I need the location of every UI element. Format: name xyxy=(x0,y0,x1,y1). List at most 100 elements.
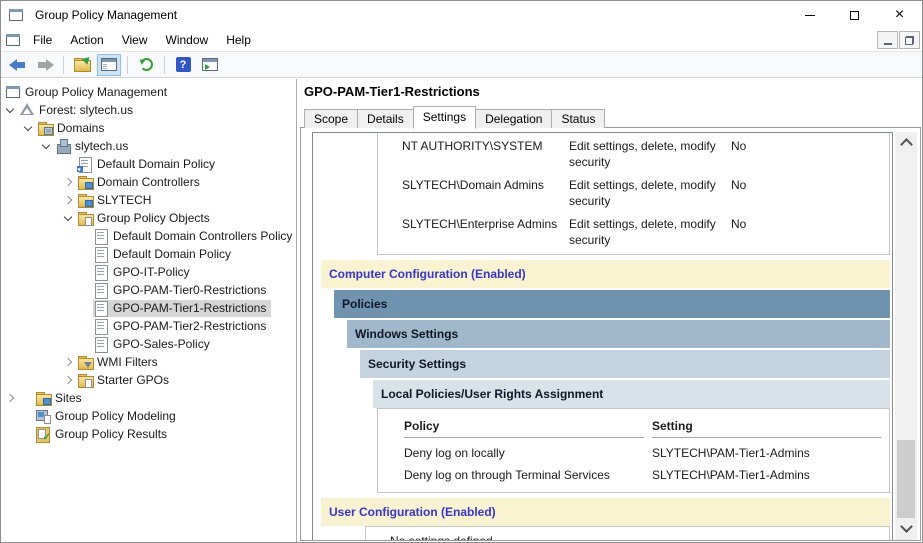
mdi-child-icon xyxy=(5,32,21,48)
tree-item-default-domain-policy-link[interactable]: Default Domain Policy xyxy=(1,155,296,173)
tab-scope[interactable]: Scope xyxy=(304,109,359,128)
chevron-right-icon[interactable] xyxy=(3,390,19,406)
allowed-permissions: Edit settings, delete, modify security xyxy=(569,178,716,208)
tab-details[interactable]: Details xyxy=(357,109,414,128)
tree-item-domain-slytech[interactable]: slytech.us xyxy=(1,137,296,155)
chevron-down-icon[interactable] xyxy=(3,102,19,118)
tree-item-gpo-pam-tier2[interactable]: GPO-PAM-Tier2-Restrictions xyxy=(1,317,296,335)
help-button[interactable]: ? xyxy=(171,54,195,76)
maximize-button[interactable] xyxy=(832,1,877,29)
menu-bar: File Action View Window Help xyxy=(1,29,922,51)
back-button[interactable] xyxy=(6,54,30,76)
policy-settings-table: Policy Setting Deny log on locally SLYTE… xyxy=(377,408,890,493)
gpo-scroll-icon xyxy=(93,264,109,281)
close-button[interactable]: × xyxy=(877,1,922,29)
delegation-table: NT AUTHORITY\SYSTEM Edit settings, delet… xyxy=(377,133,890,255)
scrollbar-thumb[interactable] xyxy=(897,440,915,518)
maximize-icon xyxy=(850,10,859,20)
tree-item-starter-gpos[interactable]: Starter GPOs xyxy=(1,371,296,389)
tab-status[interactable]: Status xyxy=(551,109,606,128)
inherited-flag: No xyxy=(731,178,747,192)
tree-item-gpo-default-dc-policy[interactable]: Default Domain Controllers Policy xyxy=(1,227,296,245)
report-scrollbar[interactable] xyxy=(895,132,917,540)
tree-item-gpo-default-domain-policy[interactable]: Default Domain Policy xyxy=(1,245,296,263)
gpo-title: GPO-PAM-Tier1-Restrictions xyxy=(304,84,480,99)
gpo-scroll-icon xyxy=(93,228,109,245)
policy-table-header: Policy Setting xyxy=(404,419,881,438)
trustee-name: NT AUTHORITY\SYSTEM xyxy=(402,139,543,153)
gpo-scroll-icon xyxy=(93,318,109,335)
tree-item-group-policy-objects[interactable]: Group Policy Objects xyxy=(1,209,296,227)
tree-item-gpo-pam-tier1[interactable]: GPO-PAM-Tier1-Restrictions xyxy=(1,299,296,317)
toolbar-separator xyxy=(164,55,165,74)
security-settings-banner[interactable]: Security Settings xyxy=(360,350,890,378)
tree-item-sites[interactable]: Sites xyxy=(1,389,296,407)
policy-column-header: Policy xyxy=(404,419,644,438)
gpmc-window: { "window": { "title": "Group Policy Man… xyxy=(0,0,923,543)
tree-item-gpo-it-policy[interactable]: GPO-IT-Policy xyxy=(1,263,296,281)
menu-action[interactable]: Action xyxy=(61,29,112,51)
refresh-icon xyxy=(139,58,153,71)
console-tree-icon xyxy=(101,58,117,71)
tab-delegation[interactable]: Delegation xyxy=(475,109,553,128)
ou-folder-icon xyxy=(77,192,94,208)
tree-item-gp-results[interactable]: Group Policy Results xyxy=(1,425,296,443)
window-title: Group Policy Management xyxy=(35,8,178,22)
child-restore-button[interactable] xyxy=(899,31,920,49)
windows-settings-banner[interactable]: Windows Settings xyxy=(347,320,890,348)
scroll-down-button[interactable] xyxy=(895,520,917,537)
tree-item-gpo-sales-policy[interactable]: GPO-Sales-Policy xyxy=(1,335,296,353)
user-configuration-banner[interactable]: User Configuration (Enabled) xyxy=(321,498,890,526)
tree-item-root[interactable]: Group Policy Management xyxy=(1,83,296,101)
starter-gpos-icon xyxy=(77,372,94,388)
tree-item-wmi-filters[interactable]: WMI Filters xyxy=(1,353,296,371)
policies-banner[interactable]: Policies xyxy=(334,290,890,318)
new-window-button[interactable] xyxy=(198,54,222,76)
child-restore-icon xyxy=(905,35,914,45)
chevron-down-icon[interactable] xyxy=(21,120,37,136)
user-rights-assignment-banner[interactable]: Local Policies/User Rights Assignment xyxy=(373,380,890,408)
forward-button[interactable] xyxy=(33,54,57,76)
gp-modeling-icon xyxy=(35,408,51,424)
menu-view[interactable]: View xyxy=(113,29,157,51)
menu-help[interactable]: Help xyxy=(217,29,260,51)
chevron-right-icon[interactable] xyxy=(61,354,77,370)
minimize-icon xyxy=(804,14,815,16)
toolbar-separator xyxy=(127,55,128,74)
chevron-right-icon[interactable] xyxy=(61,372,77,388)
computer-configuration-banner[interactable]: Computer Configuration (Enabled) xyxy=(321,260,890,288)
menu-file[interactable]: File xyxy=(24,29,61,51)
minimize-button[interactable] xyxy=(787,1,832,29)
trustee-name: SLYTECH\Domain Admins xyxy=(402,178,544,192)
child-minimize-button[interactable] xyxy=(877,31,898,49)
policy-name: Deny log on through Terminal Services xyxy=(404,468,610,482)
tab-settings[interactable]: Settings xyxy=(412,106,477,129)
allowed-permissions: Edit settings, delete, modify security xyxy=(569,139,716,169)
delegation-row: SLYTECH\Domain Admins Edit settings, del… xyxy=(378,177,889,209)
chevron-down-icon[interactable] xyxy=(61,210,77,226)
chevron-down-icon[interactable] xyxy=(39,138,55,154)
tree-item-forest[interactable]: Forest: slytech.us xyxy=(1,101,296,119)
chevron-right-icon[interactable] xyxy=(61,174,77,190)
policy-row: Deny log on locally SLYTECH\PAM-Tier1-Ad… xyxy=(404,438,881,460)
delegation-row: SLYTECH\Enterprise Admins Edit settings,… xyxy=(378,216,889,248)
tree-item-gp-modeling[interactable]: Group Policy Modeling xyxy=(1,407,296,425)
gp-results-icon xyxy=(35,426,51,443)
scroll-up-button[interactable] xyxy=(895,135,917,152)
refresh-button[interactable] xyxy=(134,54,158,76)
tree-item-slytech-ou[interactable]: SLYTECH xyxy=(1,191,296,209)
forward-arrow-icon xyxy=(36,58,54,71)
chevron-right-icon[interactable] xyxy=(61,192,77,208)
export-list-button[interactable] xyxy=(70,54,94,76)
menu-window[interactable]: Window xyxy=(157,29,218,51)
console-icon xyxy=(5,84,21,100)
tree-item-domain-controllers[interactable]: Domain Controllers xyxy=(1,173,296,191)
tree-item-domains[interactable]: Domains xyxy=(1,119,296,137)
tree-item-gpo-pam-tier0[interactable]: GPO-PAM-Tier0-Restrictions xyxy=(1,281,296,299)
new-window-icon xyxy=(202,58,218,71)
gpo-scroll-icon xyxy=(93,336,109,353)
show-console-tree-button[interactable] xyxy=(97,53,121,76)
help-icon: ? xyxy=(175,57,191,72)
back-arrow-icon xyxy=(9,58,27,71)
toolbar-separator xyxy=(63,55,64,74)
